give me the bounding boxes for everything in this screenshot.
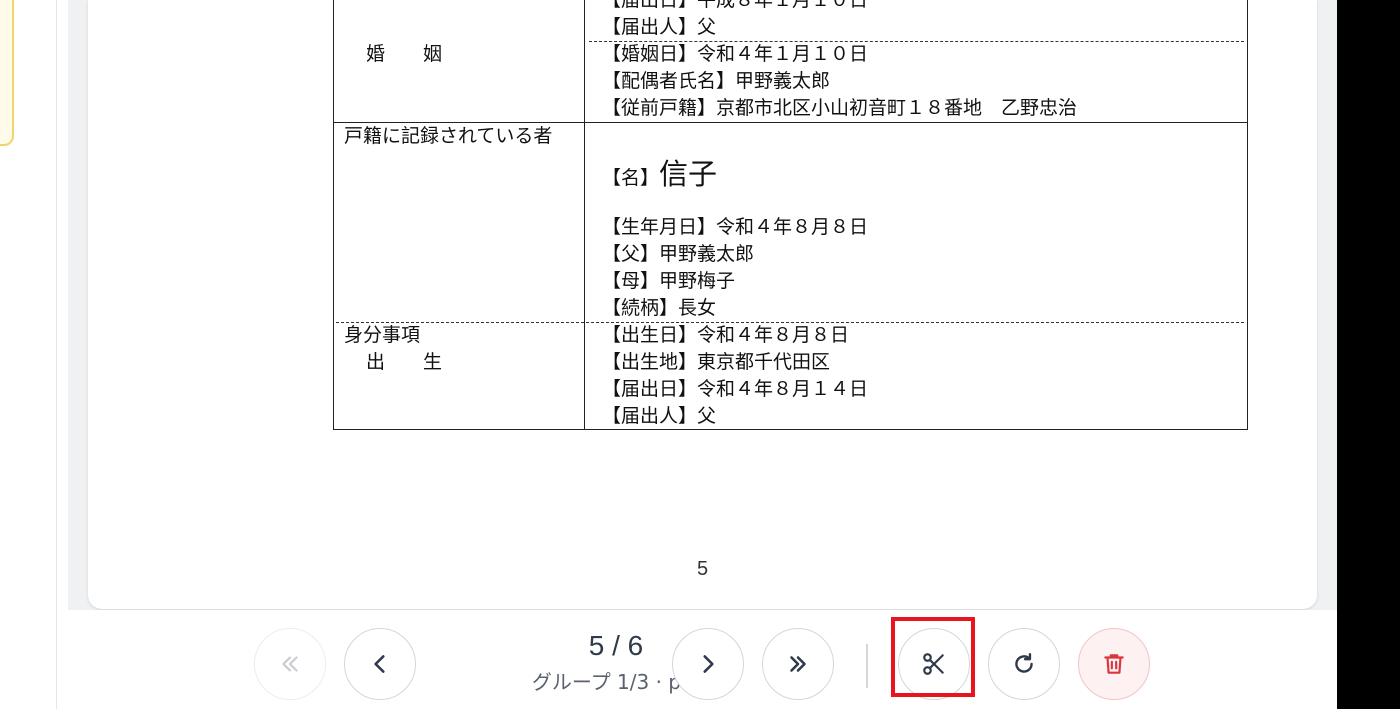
status-line-1: 【出生日】令和４年８月８日 (602, 324, 850, 346)
rotate-icon (1015, 653, 1033, 673)
marriage-label: 婚 姻 (366, 43, 443, 65)
document-page: 【届出日】平成８年１月１０日 【届出人】父 婚 姻 【婚姻日】令和４年１月１０日… (88, 0, 1317, 609)
marriage-line-3: 【従前戸籍】京都市北区小山初音町１８番地 乙野忠治 (602, 97, 1078, 119)
person-line-2: 【父】甲野義太郎 (602, 243, 755, 265)
top-line-1: 【届出日】平成８年１月１０日 (602, 0, 869, 11)
status-line-4: 【届出人】父 (602, 405, 717, 427)
first-page-button[interactable] (254, 628, 326, 700)
birth-label: 出 生 (366, 351, 443, 373)
prev-page-button[interactable] (344, 628, 416, 700)
next-page-button[interactable] (672, 628, 744, 700)
marriage-line-2: 【配偶者氏名】甲野義太郎 (602, 70, 831, 92)
top-line-2: 【届出人】父 (602, 16, 717, 38)
page-number: 5 (696, 558, 709, 580)
marriage-line-1: 【婚姻日】令和４年１月１０日 (602, 43, 869, 65)
koseki-table: 【届出日】平成８年１月１０日 【届出人】父 婚 姻 【婚姻日】令和４年１月１０日… (333, 0, 1248, 430)
last-page-button[interactable] (762, 628, 834, 700)
person-label: 戸籍に記録されている者 (344, 125, 553, 147)
person-name-line: 【名】信子 (602, 151, 717, 193)
left-panel (0, 0, 57, 709)
person-line-3: 【母】甲野梅子 (602, 270, 736, 292)
trash-icon (1104, 654, 1124, 674)
chevron-right-icon (703, 655, 714, 673)
status-line-3: 【届出日】令和４年８月１４日 (602, 378, 869, 400)
double-chevron-left-icon (282, 656, 298, 672)
chevron-left-icon (374, 655, 385, 673)
toolbar-divider (866, 644, 868, 688)
split-button-highlight (891, 617, 975, 697)
right-edge (1337, 0, 1400, 709)
status-line-2: 【出生地】東京都千代田区 (602, 351, 831, 373)
delete-page-button[interactable] (1078, 628, 1150, 700)
person-line-4: 【続柄】長女 (602, 297, 717, 319)
page-toolbar: 5 / 6 グループ 1/3 · p.5 (68, 610, 1337, 709)
person-name: 信子 (659, 157, 718, 191)
rotate-button[interactable] (988, 628, 1060, 700)
double-chevron-right-icon (790, 656, 806, 672)
status-label: 身分事項 (344, 324, 421, 346)
name-label: 【名】 (602, 167, 660, 189)
left-card[interactable] (0, 0, 14, 146)
column-divider (584, 0, 585, 429)
person-line-1: 【生年月日】令和４年８月８日 (602, 216, 869, 238)
